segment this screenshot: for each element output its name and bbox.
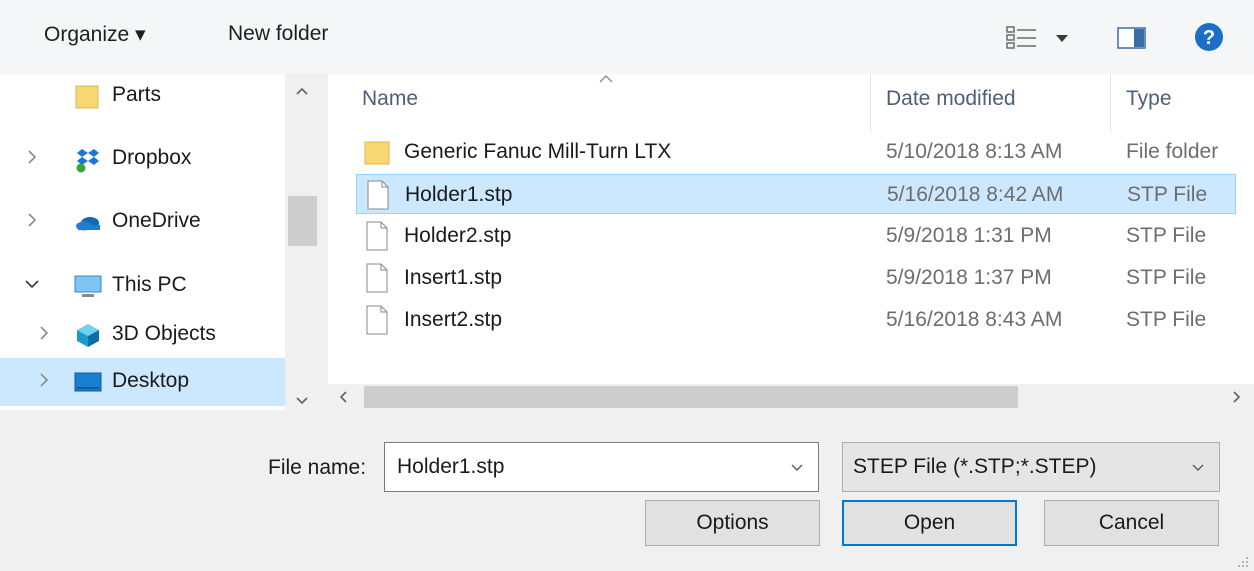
horizontal-scroll-thumb[interactable]	[364, 386, 1018, 408]
chevron-right-icon[interactable]	[36, 372, 52, 388]
nav-item-label: Desktop	[112, 369, 190, 392]
file-name-value[interactable]: Holder1.stp	[397, 455, 504, 479]
resize-grip-icon[interactable]	[1236, 556, 1250, 568]
column-header-date[interactable]: Date modified	[886, 87, 1016, 111]
file-date: 5/9/2018 1:37 PM	[886, 266, 1052, 289]
file-list: Name Date modified Type Generic Fanuc Mi…	[328, 74, 1254, 384]
nav-item-label: OneDrive	[112, 209, 201, 232]
file-icon	[366, 263, 388, 293]
nav-item-3d-objects[interactable]: 3D Objects	[0, 311, 285, 359]
chevron-right-icon[interactable]	[36, 325, 52, 341]
nav-item-this-pc[interactable]: This PC	[0, 262, 285, 310]
file-type: STP File	[1127, 183, 1208, 206]
file-icon	[367, 180, 389, 210]
scroll-up-icon[interactable]	[295, 86, 309, 96]
file-row[interactable]: Holder2.stp 5/9/2018 1:31 PM STP File	[356, 216, 1236, 256]
file-date: 5/10/2018 8:13 AM	[886, 140, 1063, 163]
file-name: Holder1.stp	[405, 183, 513, 206]
file-type-select[interactable]: STEP File (*.STP;*.STEP)	[842, 442, 1220, 492]
file-name: Holder2.stp	[404, 224, 512, 247]
file-type: STP File	[1126, 224, 1207, 247]
column-header-name[interactable]: Name	[362, 87, 418, 111]
chevron-right-icon[interactable]	[24, 212, 40, 228]
file-name: Insert1.stp	[404, 266, 503, 289]
file-date: 5/16/2018 8:42 AM	[887, 183, 1064, 206]
file-row[interactable]: Generic Fanuc Mill-Turn LTX 5/10/2018 8:…	[356, 132, 1236, 172]
help-icon[interactable]: ?	[1194, 22, 1224, 52]
nav-item-onedrive[interactable]: OneDrive	[0, 198, 285, 246]
toolbar: Organize ▾ New folder ?	[0, 0, 1254, 74]
organize-button[interactable]: Organize ▾	[44, 22, 146, 47]
dropbox-icon	[76, 149, 99, 173]
view-options-icon[interactable]	[1006, 26, 1076, 50]
nav-item-label: Dropbox	[112, 146, 192, 169]
3d-objects-icon	[77, 324, 99, 347]
file-date: 5/9/2018 1:31 PM	[886, 224, 1052, 247]
scroll-down-icon[interactable]	[295, 396, 309, 406]
nav-item-dropbox[interactable]: Dropbox	[0, 135, 285, 183]
new-folder-button[interactable]: New folder	[228, 22, 328, 46]
file-name: Generic Fanuc Mill-Turn LTX	[404, 140, 672, 163]
file-name: Insert2.stp	[404, 308, 503, 331]
onedrive-icon	[76, 217, 100, 231]
file-type: STP File	[1126, 266, 1207, 289]
nav-scroll-thumb[interactable]	[288, 196, 317, 246]
preview-pane-icon[interactable]	[1117, 26, 1147, 50]
column-divider[interactable]	[1110, 74, 1111, 132]
file-icon	[366, 221, 388, 251]
nav-item-desktop[interactable]: Desktop	[0, 358, 285, 406]
desktop-icon	[74, 372, 102, 392]
file-type: STP File	[1126, 308, 1207, 331]
nav-item-label: This PC	[112, 273, 187, 296]
dialog-footer: File name: Holder1.stp STEP File (*.STP;…	[0, 410, 1254, 571]
nav-item-label: 3D Objects	[112, 322, 216, 345]
sort-ascending-icon	[599, 75, 613, 83]
file-type: File folder	[1126, 140, 1219, 163]
file-row[interactable]: Insert2.stp 5/16/2018 8:43 AM STP File	[356, 300, 1236, 340]
scroll-left-icon[interactable]	[338, 390, 348, 404]
column-divider[interactable]	[870, 74, 871, 132]
nav-item-parts[interactable]: Parts	[0, 74, 285, 120]
file-list-horizontal-scrollbar[interactable]	[328, 384, 1254, 410]
nav-item-label: Parts	[112, 83, 162, 106]
file-type-value: STEP File (*.STP;*.STEP)	[853, 455, 1097, 478]
chevron-right-icon[interactable]	[24, 149, 40, 165]
svg-text:?: ?	[1203, 27, 1215, 49]
file-row[interactable]: Insert1.stp 5/9/2018 1:37 PM STP File	[356, 258, 1236, 298]
chevron-down-icon[interactable]	[1191, 461, 1205, 475]
cancel-button[interactable]: Cancel	[1044, 500, 1219, 546]
file-icon	[366, 305, 388, 335]
computer-icon	[74, 275, 102, 297]
options-button[interactable]: Options	[645, 500, 820, 546]
navigation-pane: Parts Dropbox OneDrive This PC 3D Object…	[0, 74, 320, 410]
folder-icon	[75, 85, 99, 109]
column-header-type[interactable]: Type	[1126, 87, 1172, 111]
chevron-down-icon[interactable]	[790, 461, 804, 475]
chevron-down-icon[interactable]	[24, 276, 40, 292]
file-date: 5/16/2018 8:43 AM	[886, 308, 1063, 331]
file-row[interactable]: Holder1.stp 5/16/2018 8:42 AM STP File	[356, 174, 1236, 214]
open-button[interactable]: Open	[842, 500, 1017, 546]
file-name-label: File name:	[268, 456, 367, 479]
folder-icon	[364, 141, 390, 165]
file-name-input[interactable]: Holder1.stp	[384, 442, 819, 492]
scroll-right-icon[interactable]	[1232, 390, 1242, 404]
